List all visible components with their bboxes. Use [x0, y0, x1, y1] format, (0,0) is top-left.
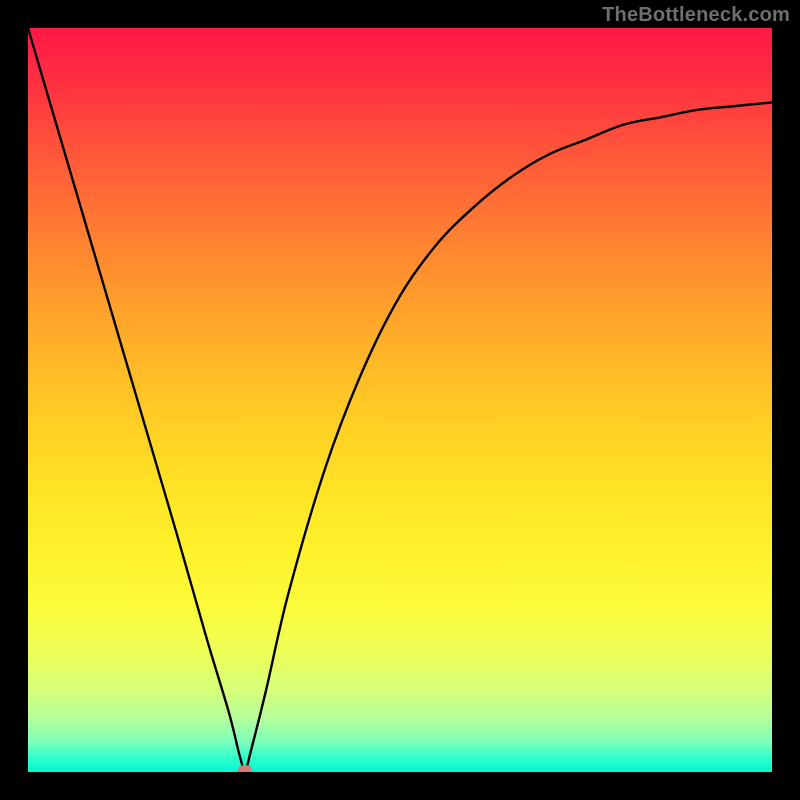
- minimum-marker: [238, 765, 252, 772]
- chart-frame: TheBottleneck.com: [0, 0, 800, 800]
- plot-area: [28, 28, 772, 772]
- watermark-text: TheBottleneck.com: [602, 4, 790, 27]
- curve-svg: [28, 28, 772, 772]
- curve-path: [28, 28, 772, 770]
